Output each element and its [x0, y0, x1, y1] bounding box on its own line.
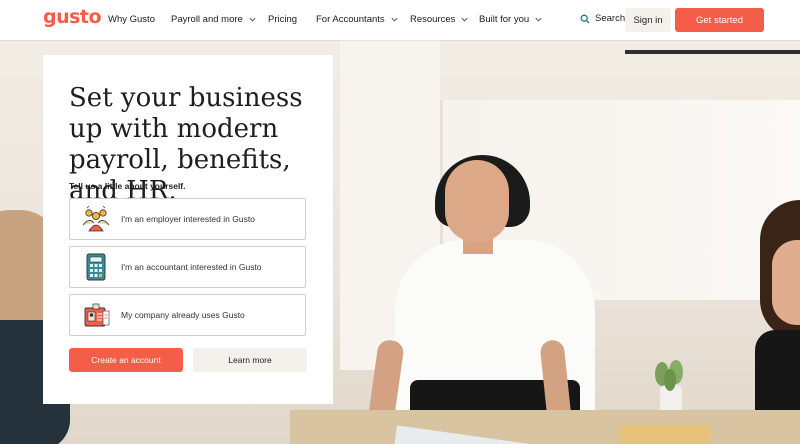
signup-card: Set your business up with modern payroll…	[43, 55, 333, 404]
search-icon	[580, 14, 590, 23]
chair	[620, 425, 710, 444]
seated-person-right-face	[772, 240, 800, 325]
gusto-logo[interactable]: gusto	[43, 6, 102, 28]
option-accountant-label: I'm an accountant interested in Gusto	[121, 262, 262, 272]
nav-built-label: Built for you	[479, 14, 530, 25]
nav-resources[interactable]: Resources	[410, 14, 469, 25]
nav-accountants-label: For Accountants	[316, 14, 385, 25]
option-accountant[interactable]: I'm an accountant interested in Gusto	[69, 246, 306, 288]
chevron-down-icon	[461, 17, 468, 22]
calculator-icon	[86, 253, 106, 281]
hero-subtitle: Tell us a little about yourself.	[69, 181, 186, 191]
chevron-down-icon	[535, 17, 542, 22]
search-label: Search	[595, 13, 626, 24]
option-employer[interactable]: I'm an employer interested in Gusto	[69, 198, 306, 240]
sign-in-button[interactable]: Sign in	[625, 8, 671, 32]
team-icon	[82, 205, 110, 232]
chevron-down-icon	[249, 17, 256, 22]
nav-payroll-label: Payroll and more	[171, 14, 243, 25]
nav-payroll-and-more[interactable]: Payroll and more	[171, 14, 257, 25]
nav-built-for-you[interactable]: Built for you	[479, 14, 543, 25]
id-badge-icon	[84, 303, 110, 327]
nav-why-gusto[interactable]: Why Gusto	[108, 14, 155, 25]
wall-rail	[625, 50, 800, 54]
nav-why-gusto-label: Why Gusto	[108, 14, 155, 25]
option-existing-company-label: My company already uses Gusto	[121, 310, 245, 320]
learn-more-button[interactable]: Learn more	[193, 348, 307, 372]
nav-for-accountants[interactable]: For Accountants	[316, 14, 399, 25]
nav-pricing[interactable]: Pricing	[268, 14, 297, 25]
option-existing-company[interactable]: My company already uses Gusto	[69, 294, 306, 336]
nav-pricing-label: Pricing	[268, 14, 298, 25]
search-button[interactable]: Search	[580, 13, 625, 24]
standing-person-face	[445, 160, 509, 242]
option-employer-label: I'm an employer interested in Gusto	[121, 214, 255, 224]
site-header: gusto Why Gusto Payroll and more Pricing…	[0, 0, 800, 40]
create-account-button[interactable]: Create an account	[69, 348, 183, 372]
get-started-button[interactable]: Get started	[675, 8, 764, 32]
table	[290, 410, 800, 444]
nav-resources-label: Resources	[410, 14, 456, 25]
chevron-down-icon	[391, 17, 398, 22]
